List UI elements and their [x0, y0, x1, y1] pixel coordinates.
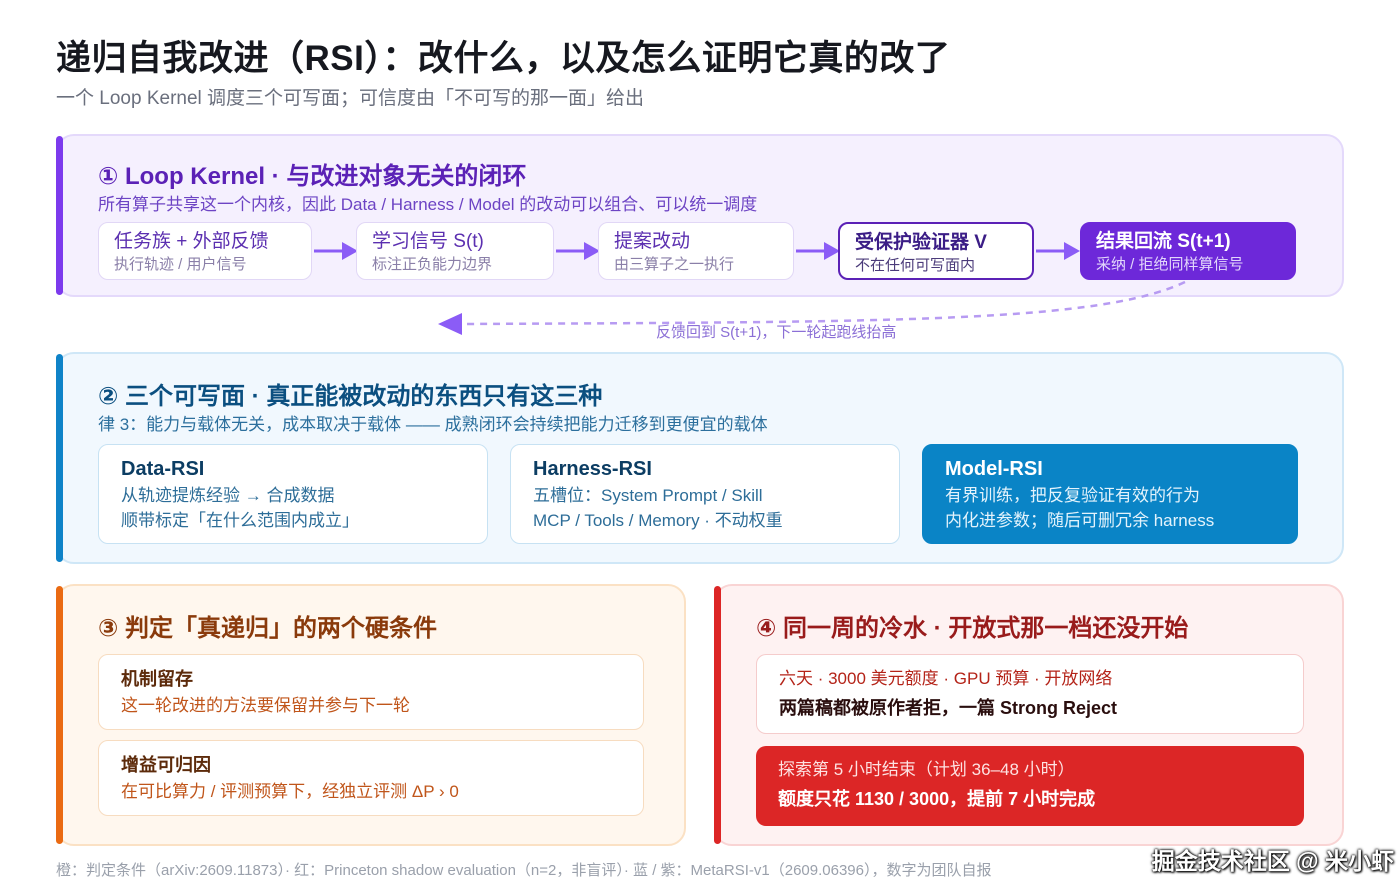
step-subtitle: 不在任何可写面内	[855, 257, 976, 274]
card-line: 五槽位：System Prompt / Skill	[533, 486, 763, 505]
card-model-rsi: Model-RSI 有界训练，把反复验证有效的行为 内化进参数；随后可删冗余 h…	[922, 444, 1298, 544]
page-title: 递归自我改进（RSI）：改什么，以及怎么证明它真的改了	[56, 39, 951, 78]
card-harness-rsi: Harness-RSI 五槽位：System Prompt / Skill MC…	[510, 444, 900, 544]
step-result-feedback: 结果回流 S(t+1) 采纳 / 拒绝同样算信号	[1080, 222, 1296, 280]
step-title: 结果回流 S(t+1)	[1096, 231, 1231, 252]
loop-kernel-subtitle: 所有算子共享这一个内核，因此 Data / Harness / Model 的改…	[98, 195, 758, 214]
card-title: 增益可归因	[121, 755, 211, 775]
panel-accent-bar	[56, 136, 63, 295]
step-propose-change: 提案改动 由三算子之一执行	[598, 222, 794, 280]
conditions-title: ③ 判定「真递归」的两个硬条件	[98, 615, 437, 642]
step-title: 任务族 + 外部反馈	[114, 231, 269, 252]
step-title: 受保护验证器 V	[855, 232, 987, 253]
step-subtitle: 由三算子之一执行	[614, 256, 735, 273]
card-mechanism-retention: 机制留存 这一轮改进的方法要保留并参与下一轮	[98, 654, 644, 730]
arrow-right-icon	[556, 242, 600, 260]
feedback-loop-label: 反馈回到 S(t+1)，下一轮起跑线抬高	[656, 324, 897, 341]
step-protected-verifier: 受保护验证器 V 不在任何可写面内	[838, 222, 1034, 280]
writable-surfaces-panel: ② 三个可写面 · 真正能被改动的东西只有这三种 律 3：能力与载体无关，成本取…	[56, 352, 1344, 564]
step-subtitle: 执行轨迹 / 用户信号	[114, 256, 247, 273]
card-title: Model-RSI	[945, 458, 1043, 480]
panel-accent-bar	[56, 586, 63, 844]
card-line-strong: 额度只花 1130 / 3000，提前 7 小时完成	[778, 789, 1096, 809]
conditions-panel: ③ 判定「真递归」的两个硬条件 机制留存 这一轮改进的方法要保留并参与下一轮 增…	[56, 584, 686, 846]
footnote: 橙：判定条件（arXiv:2609.11873）· 红：Princeton sh…	[56, 862, 992, 879]
step-title: 提案改动	[614, 231, 691, 252]
cold-water-title: ④ 同一周的冷水 · 开放式那一档还没开始	[756, 615, 1189, 642]
card-title: Data-RSI	[121, 458, 205, 480]
cold-water-panel: ④ 同一周的冷水 · 开放式那一档还没开始 六天 · 3000 美元额度 · G…	[714, 584, 1344, 846]
card-line-strong: 两篇稿都被原作者拒，一篇 Strong Reject	[779, 698, 1118, 718]
writable-surfaces-subtitle: 律 3：能力与载体无关，成本取决于载体 —— 成熟闭环会持续把能力迁移到更便宜的…	[98, 415, 768, 434]
card-line: 六天 · 3000 美元额度 · GPU 预算 · 开放网络	[779, 669, 1113, 688]
watermark: 掘金技术社区 @ 米小虾	[1151, 848, 1394, 874]
card-line: 有界训练，把反复验证有效的行为	[945, 486, 1200, 505]
arrow-right-icon	[796, 242, 840, 260]
arrow-right-icon	[1036, 242, 1080, 260]
card-data-rsi: Data-RSI 从轨迹提炼经验 → 合成数据 顺带标定「在什么范围内成立」	[98, 444, 488, 544]
card-title: 机制留存	[121, 669, 193, 689]
card-line: MCP / Tools / Memory · 不动权重	[533, 511, 783, 530]
step-learning-signal: 学习信号 S(t) 标注正负能力边界	[356, 222, 554, 280]
card-line: 在可比算力 / 评测预算下，经独立评测 ΔP › 0	[121, 782, 459, 801]
writable-surfaces-title: ② 三个可写面 · 真正能被改动的东西只有这三种	[98, 383, 603, 410]
panel-accent-bar	[56, 354, 63, 562]
card-title: Harness-RSI	[533, 458, 652, 480]
card-line: 这一轮改进的方法要保留并参与下一轮	[121, 696, 410, 715]
card-line: 内化进参数；随后可删冗余 harness	[945, 511, 1215, 530]
card-gain-attribution: 增益可归因 在可比算力 / 评测预算下，经独立评测 ΔP › 0	[98, 740, 644, 816]
card-budget-outcome: 探索第 5 小时结束（计划 36–48 小时） 额度只花 1130 / 3000…	[756, 746, 1304, 826]
panel-accent-bar	[714, 586, 721, 844]
step-task-family: 任务族 + 外部反馈 执行轨迹 / 用户信号	[98, 222, 312, 280]
card-line: 探索第 5 小时结束（计划 36–48 小时）	[778, 760, 1075, 779]
step-subtitle: 采纳 / 拒绝同样算信号	[1096, 256, 1244, 273]
loop-kernel-title: ① Loop Kernel · 与改进对象无关的闭环	[98, 163, 527, 190]
loop-kernel-panel: ① Loop Kernel · 与改进对象无关的闭环 所有算子共享这一个内核，因…	[56, 134, 1344, 297]
step-title: 学习信号 S(t)	[372, 231, 484, 252]
arrow-right-icon	[314, 242, 358, 260]
card-review-outcome: 六天 · 3000 美元额度 · GPU 预算 · 开放网络 两篇稿都被原作者拒…	[756, 654, 1304, 734]
card-line: 从轨迹提炼经验 → 合成数据	[121, 486, 335, 505]
page-subtitle: 一个 Loop Kernel 调度三个可写面；可信度由「不可写的那一面」给出	[56, 88, 645, 109]
card-line: 顺带标定「在什么范围内成立」	[121, 511, 359, 530]
step-subtitle: 标注正负能力边界	[372, 256, 493, 273]
